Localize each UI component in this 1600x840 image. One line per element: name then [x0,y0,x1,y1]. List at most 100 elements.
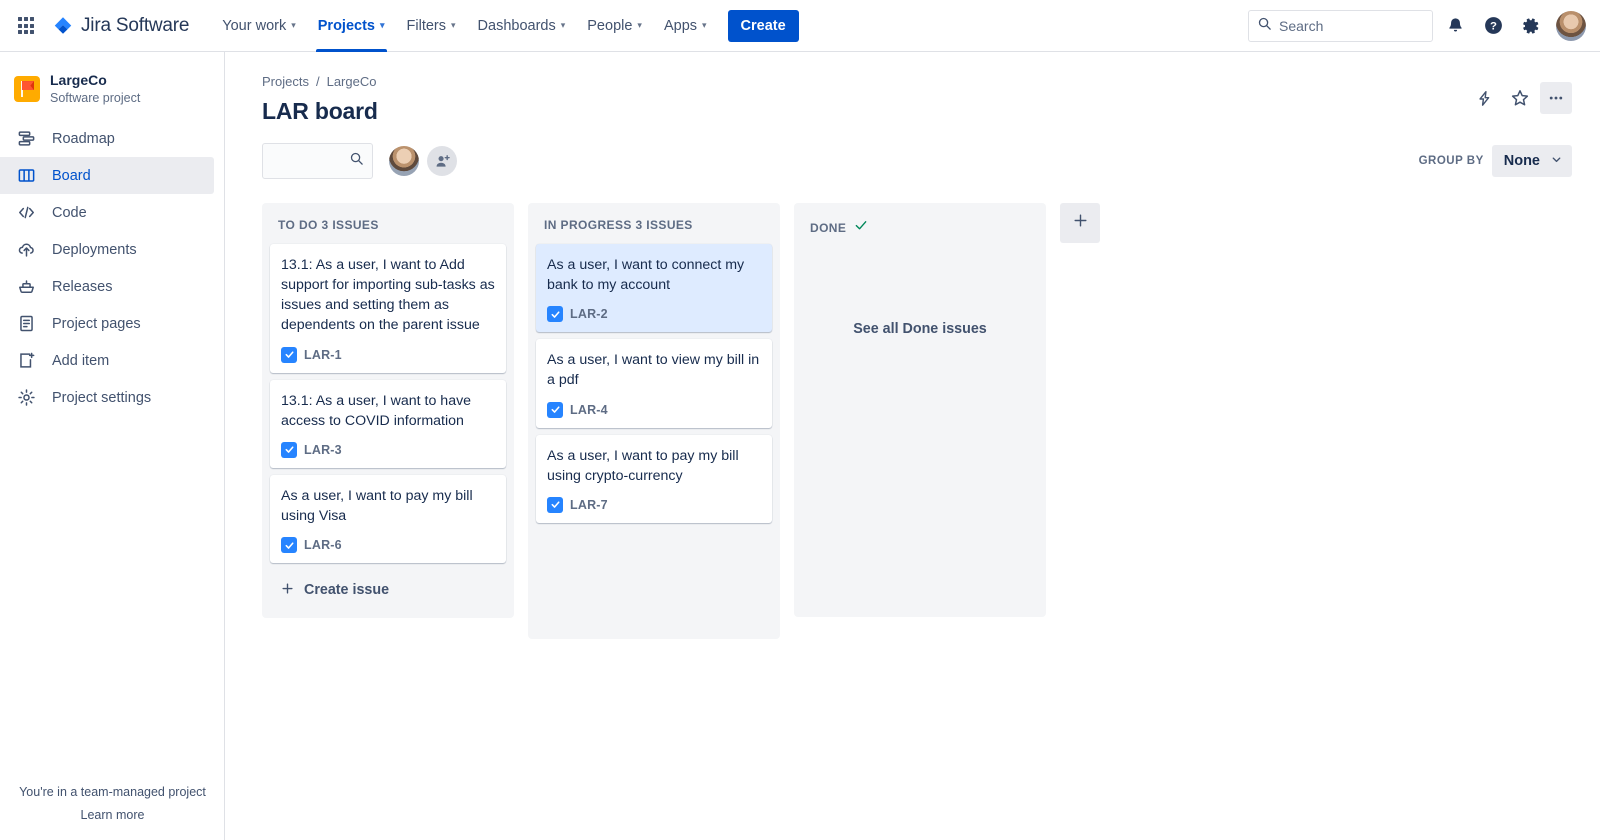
sidebar-item-label: Board [52,168,91,184]
issue-key[interactable]: LAR-3 [304,443,342,457]
board-main-content: Projects / LargeCo LAR board [225,52,1600,840]
column-title: IN PROGRESS 3 ISSUES [544,218,693,232]
member-avatar[interactable] [389,146,419,176]
sidebar-item-deployments[interactable]: Deployments [0,231,214,268]
global-navigation-bar: Jira Software Your work ▾ Projects ▾ Fil… [0,0,1600,52]
kanban-board: TO DO 3 ISSUES 13.1: As a user, I want t… [262,203,1580,639]
pages-document-icon [14,312,38,336]
sidebar-item-label: Project settings [52,390,151,406]
nav-item-filters[interactable]: Filters ▾ [396,0,467,52]
chevron-down-icon: ▾ [380,20,385,31]
issue-title: 13.1: As a user, I want to have access t… [281,391,495,431]
apps-grid-icon[interactable] [10,10,42,42]
issue-card[interactable]: As a user, I want to view my bill in a p… [536,339,772,427]
add-column-button[interactable] [1060,203,1100,243]
svg-text:?: ? [1490,21,1497,33]
issue-title: As a user, I want to view my bill in a p… [547,350,761,390]
breadcrumb-link[interactable]: Projects [262,74,309,89]
task-checkbox-icon [281,537,297,553]
chevron-down-icon: ▾ [291,20,296,31]
sidebar-footer: You're in a team-managed project Learn m… [0,781,225,829]
nav-item-apps[interactable]: Apps ▾ [653,0,718,52]
breadcrumb-separator: / [316,74,320,89]
sidebar-item-label: Project pages [52,316,141,332]
plus-icon [1072,212,1089,234]
issue-title: As a user, I want to pay my bill using c… [547,446,761,486]
group-by-control: GROUP BY None [1419,145,1572,177]
issue-card[interactable]: 13.1: As a user, I want to have access t… [270,380,506,468]
nav-item-projects[interactable]: Projects ▾ [307,0,396,52]
issue-card[interactable]: As a user, I want to pay my bill using c… [536,435,772,523]
issue-key[interactable]: LAR-1 [304,348,342,362]
app-layout: LargeCo Software project Roadmap [0,52,1600,840]
create-issue-button[interactable]: Create issue [270,570,506,610]
green-check-icon [854,218,868,237]
brand-name: Jira Software [81,15,189,37]
done-column-body: See all Done issues [802,249,1038,609]
sidebar-item-code[interactable]: Code [0,194,214,231]
task-checkbox-icon [547,306,563,322]
group-by-select[interactable]: None [1492,145,1572,177]
primary-nav-items: Your work ▾ Projects ▾ Filters ▾ Dashboa… [211,0,798,52]
issue-card[interactable]: As a user, I want to connect my bank to … [536,244,772,332]
sidebar-item-label: Deployments [52,242,137,258]
issue-key[interactable]: LAR-6 [304,538,342,552]
sidebar-item-label: Add item [52,353,109,369]
learn-more-link[interactable]: Learn more [0,804,225,828]
nav-item-dashboards[interactable]: Dashboards ▾ [467,0,577,52]
column-header: TO DO 3 ISSUES [270,213,506,244]
help-circle-icon[interactable]: ? [1477,10,1509,42]
nav-label: Your work [222,18,286,34]
global-nav-right-actions: Search ? [1248,10,1586,42]
chevron-down-icon [1550,153,1563,170]
breadcrumb-link[interactable]: LargeCo [327,74,377,89]
column-header: IN PROGRESS 3 ISSUES [536,213,772,244]
roadmap-icon [14,127,38,151]
sidebar-item-project-pages[interactable]: Project pages [0,305,214,342]
issue-card[interactable]: 13.1: As a user, I want to Add support f… [270,244,506,373]
group-by-value: None [1504,153,1540,169]
global-search-input[interactable]: Search [1248,10,1433,42]
gear-icon [14,386,38,410]
search-icon [1257,16,1272,36]
star-icon[interactable] [1504,82,1536,114]
sidebar-item-label: Roadmap [52,131,115,147]
user-avatar[interactable] [1556,11,1586,41]
issue-key[interactable]: LAR-2 [570,307,608,321]
project-name: LargeCo [50,72,140,90]
notifications-bell-icon[interactable] [1439,10,1471,42]
issue-card[interactable]: As a user, I want to pay my bill using V… [270,475,506,563]
project-sidebar: LargeCo Software project Roadmap [0,52,225,840]
sidebar-item-project-settings[interactable]: Project settings [0,379,214,416]
nav-item-your-work[interactable]: Your work ▾ [211,0,306,52]
board-column-todo: TO DO 3 ISSUES 13.1: As a user, I want t… [262,203,514,618]
nav-item-people[interactable]: People ▾ [576,0,653,52]
sidebar-item-label: Releases [52,279,112,295]
page-title: LAR board [262,98,1580,125]
issue-key[interactable]: LAR-4 [570,403,608,417]
board-toolbar: GROUP BY None [262,141,1580,181]
column-title: DONE [810,221,846,235]
sidebar-item-releases[interactable]: Releases [0,268,214,305]
sidebar-item-roadmap[interactable]: Roadmap [0,120,214,157]
lightning-bolt-icon[interactable] [1468,82,1500,114]
code-brackets-icon [14,201,38,225]
project-type: Software project [50,91,140,107]
jira-logo-icon [52,15,74,37]
nav-label: Dashboards [478,18,556,34]
sidebar-item-board[interactable]: Board [0,157,214,194]
plus-icon [280,581,295,600]
issue-key[interactable]: LAR-7 [570,498,608,512]
jira-software-logo[interactable]: Jira Software [52,15,189,37]
breadcrumb: Projects / LargeCo [262,74,1580,89]
add-person-icon[interactable] [427,146,457,176]
sidebar-item-add-item[interactable]: Add item [0,342,214,379]
see-all-done-issues-link[interactable]: See all Done issues [853,321,987,337]
issue-title: As a user, I want to connect my bank to … [547,255,761,295]
more-options-icon[interactable] [1540,82,1572,114]
create-button[interactable]: Create [728,10,799,42]
issue-title: 13.1: As a user, I want to Add support f… [281,255,495,336]
project-header[interactable]: LargeCo Software project [0,68,224,120]
gear-icon[interactable] [1515,10,1547,42]
board-search-input[interactable] [262,143,373,179]
